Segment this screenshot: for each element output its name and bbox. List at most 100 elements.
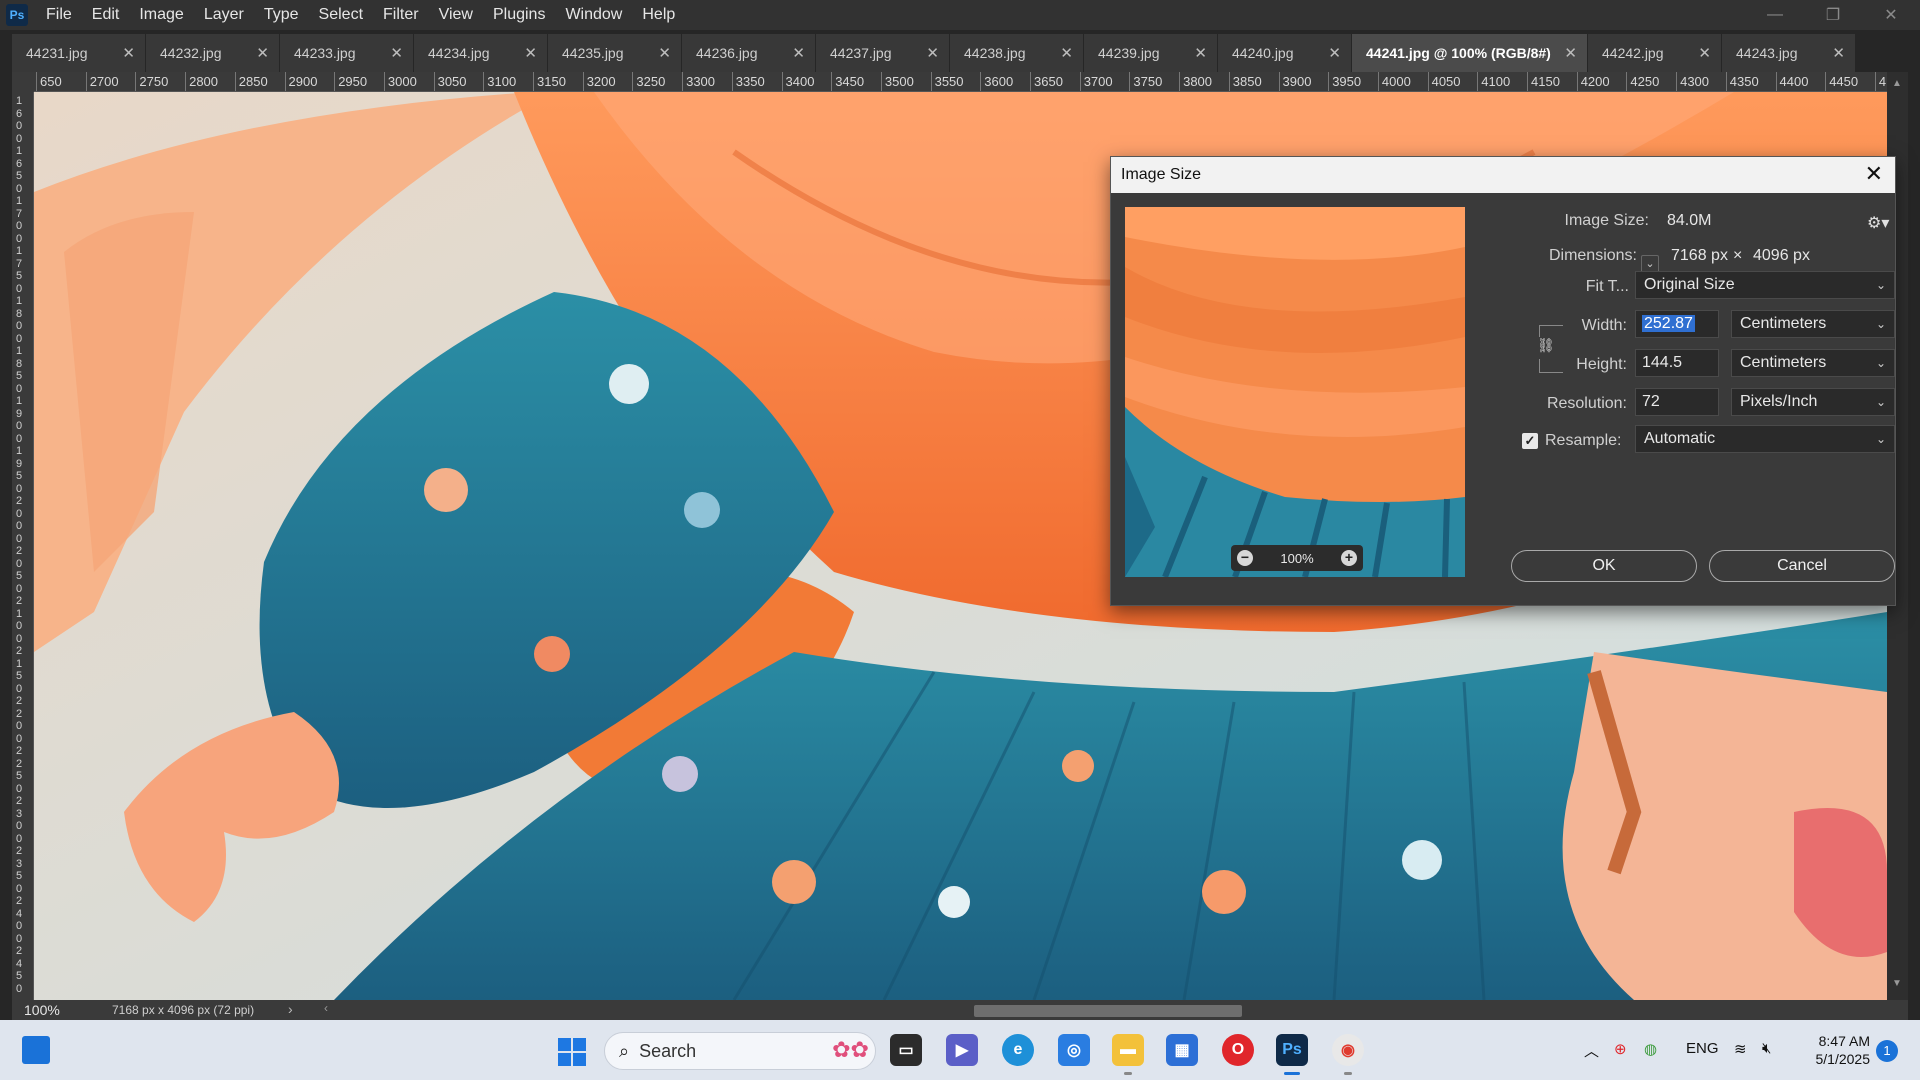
tab-close-icon[interactable]: ✕: [390, 44, 403, 62]
clock-date: 5/1/2025: [1815, 1051, 1871, 1067]
image-size-label: Image Size:: [1564, 212, 1649, 229]
tray-network-globe-icon[interactable]: ◍: [1644, 1040, 1657, 1058]
opera-browser-icon[interactable]: O: [1222, 1034, 1254, 1066]
chrome-browser-icon[interactable]: ◉: [1332, 1034, 1364, 1066]
scroll-left-icon[interactable]: ‹: [324, 1001, 328, 1015]
tab-44237[interactable]: 44237.jpg ✕: [816, 34, 950, 72]
photoshop-taskbar-icon[interactable]: Ps: [1276, 1034, 1308, 1066]
volume-muted-icon[interactable]: 🔇︎: [1762, 1040, 1771, 1057]
chevron-down-icon: ⌄: [1875, 317, 1886, 331]
meet-icon[interactable]: ▶: [946, 1034, 978, 1066]
cancel-button[interactable]: Cancel: [1709, 550, 1895, 582]
width-unit-dropdown[interactable]: Centimeters ⌄: [1731, 310, 1895, 338]
ruler-label: 4450: [1829, 74, 1859, 89]
tab-close-icon[interactable]: ✕: [658, 44, 671, 62]
menu-plugins[interactable]: Plugins: [483, 0, 555, 30]
zoom-level[interactable]: 100%: [12, 1002, 76, 1018]
ok-button[interactable]: OK: [1511, 550, 1697, 582]
dimensions-separator: ×: [1733, 247, 1743, 264]
tab-44236[interactable]: 44236.jpg ✕: [682, 34, 816, 72]
width-input[interactable]: 252.87: [1635, 310, 1719, 338]
tab-44232[interactable]: 44232.jpg ✕: [146, 34, 280, 72]
document-info[interactable]: 7168 px x 4096 px (72 ppi): [112, 1003, 292, 1017]
menu-help[interactable]: Help: [632, 0, 685, 30]
tray-chevron-up-icon[interactable]: ︿: [1584, 1040, 1599, 1061]
menu-view[interactable]: View: [429, 0, 483, 30]
settings-gear-icon[interactable]: ⚙▾: [1867, 213, 1889, 233]
close-window-button[interactable]: ✕: [1862, 0, 1920, 30]
menu-window[interactable]: Window: [555, 0, 632, 30]
tab-44231[interactable]: 44231.jpg ✕: [12, 34, 146, 72]
snipping-tool-icon[interactable]: ◎: [1058, 1034, 1090, 1066]
resample-dropdown[interactable]: Automatic ⌄: [1635, 425, 1895, 453]
horizontal-ruler[interactable]: 650 2700 2750 2800 2850 2900 2950 3000 3050 3100 3…: [34, 72, 1902, 92]
tab-close-icon[interactable]: ✕: [926, 44, 939, 62]
tab-close-icon[interactable]: ✕: [524, 44, 537, 62]
resample-checkbox[interactable]: ✓: [1522, 433, 1538, 449]
ruler-label: 8: [15, 357, 23, 370]
menu-edit[interactable]: Edit: [82, 0, 130, 30]
height-input[interactable]: 144.5: [1635, 349, 1719, 377]
windows-start-icon[interactable]: [558, 1038, 586, 1066]
tab-44235[interactable]: 44235.jpg ✕: [548, 34, 682, 72]
tab-close-icon[interactable]: ✕: [1060, 44, 1073, 62]
height-unit-dropdown[interactable]: Centimeters ⌄: [1731, 349, 1895, 377]
fit-to-label: Fit T...: [1585, 278, 1629, 295]
zoom-out-icon[interactable]: −: [1237, 550, 1253, 566]
notification-badge[interactable]: 1: [1876, 1040, 1898, 1062]
tab-44239[interactable]: 44239.jpg ✕: [1084, 34, 1218, 72]
language-indicator[interactable]: ENG: [1686, 1040, 1719, 1057]
tab-close-icon[interactable]: ✕: [122, 44, 135, 62]
scroll-up-icon[interactable]: ▲: [1892, 78, 1902, 89]
resolution-unit-dropdown[interactable]: Pixels/Inch ⌄: [1731, 388, 1895, 416]
resolution-input[interactable]: 72: [1635, 388, 1719, 416]
system-clock[interactable]: 8:47 AM 5/1/2025: [1800, 1032, 1871, 1068]
tab-close-icon[interactable]: ✕: [792, 44, 805, 62]
tab-44238[interactable]: 44238.jpg ✕: [950, 34, 1084, 72]
vertical-ruler[interactable]: 1600165017001750180018501900195020002050…: [12, 92, 34, 1000]
ruler-corner[interactable]: [12, 72, 34, 92]
tab-44242[interactable]: 44242.jpg ✕: [1588, 34, 1722, 72]
horizontal-scrollbar[interactable]: ‹: [324, 1001, 1892, 1017]
horizontal-scroll-thumb[interactable]: [974, 1005, 1242, 1017]
tab-close-icon[interactable]: ✕: [256, 44, 269, 62]
task-view-icon[interactable]: ▭: [890, 1034, 922, 1066]
ruler-tick: [433, 72, 435, 91]
zoom-in-icon[interactable]: +: [1341, 550, 1357, 566]
menu-file[interactable]: File: [36, 0, 82, 30]
tab-44240[interactable]: 44240.jpg ✕: [1218, 34, 1352, 72]
tab-close-icon[interactable]: ✕: [1194, 44, 1207, 62]
dialog-preview[interactable]: − 100% +: [1125, 207, 1465, 577]
chevron-down-icon: ⌄: [1875, 356, 1886, 370]
menu-image[interactable]: Image: [129, 0, 193, 30]
menu-select[interactable]: Select: [309, 0, 373, 30]
tab-44234[interactable]: 44234.jpg ✕: [414, 34, 548, 72]
tab-close-icon[interactable]: ✕: [1698, 44, 1711, 62]
wifi-icon[interactable]: ≋: [1734, 1040, 1747, 1058]
ruler-label: 3900: [1282, 74, 1312, 89]
status-expand-icon[interactable]: ›: [288, 1001, 293, 1017]
constrain-proportions-link-icon[interactable]: ⛓: [1537, 337, 1555, 359]
edge-browser-icon[interactable]: e: [1002, 1034, 1034, 1066]
tab-close-icon[interactable]: ✕: [1832, 44, 1845, 62]
ruler-label: 0: [15, 132, 23, 145]
tab-44241-active[interactable]: 44241.jpg @ 100% (RGB/8#) ✕: [1352, 34, 1588, 72]
menu-type[interactable]: Type: [254, 0, 309, 30]
tray-app-icon[interactable]: ⊕: [1614, 1040, 1627, 1058]
fit-to-dropdown[interactable]: Original Size ⌄: [1635, 271, 1895, 299]
tab-close-icon[interactable]: ✕: [1564, 44, 1577, 62]
scroll-down-icon[interactable]: ▼: [1892, 978, 1902, 989]
minimize-button[interactable]: —: [1746, 0, 1804, 30]
close-icon[interactable]: ✕: [1865, 161, 1883, 187]
maximize-button[interactable]: ❐: [1804, 0, 1862, 30]
tab-44243[interactable]: 44243.jpg ✕: [1722, 34, 1856, 72]
menu-layer[interactable]: Layer: [194, 0, 254, 30]
menu-filter[interactable]: Filter: [373, 0, 429, 30]
microsoft-store-icon[interactable]: ▦: [1166, 1034, 1198, 1066]
taskbar-search[interactable]: ⌕ Search ✿✿: [604, 1032, 876, 1070]
tab-44233[interactable]: 44233.jpg ✕: [280, 34, 414, 72]
widgets-icon[interactable]: [22, 1036, 50, 1064]
file-explorer-icon[interactable]: ▬: [1112, 1034, 1144, 1066]
ruler-label: 5: [15, 770, 23, 782]
tab-close-icon[interactable]: ✕: [1328, 44, 1341, 62]
